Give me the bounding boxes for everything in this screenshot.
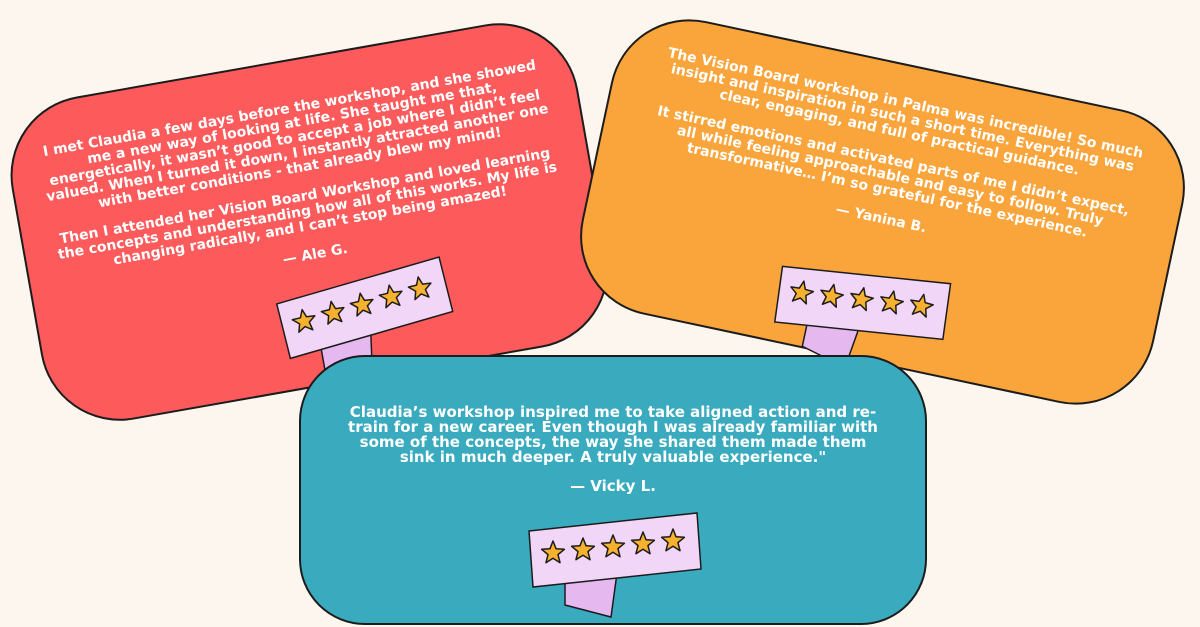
testimonial-author: — Vicky L.	[570, 477, 656, 495]
testimonial-card-vicky: Claudia’s workshop inspired me to take a…	[299, 355, 927, 625]
testimonials-canvas: I met Claudia a few days before the work…	[0, 0, 1200, 627]
testimonial-text: I met Claudia a few days before the work…	[37, 57, 569, 306]
testimonial-paragraph: Claudia’s workshop inspired me to take a…	[348, 403, 878, 466]
testimonial-text: The Vision Board workshop in Palma was i…	[634, 44, 1152, 278]
rating-badge	[525, 509, 705, 623]
ribbon-banner	[528, 512, 702, 618]
testimonial-text: Claudia’s workshop inspired me to take a…	[341, 405, 885, 494]
